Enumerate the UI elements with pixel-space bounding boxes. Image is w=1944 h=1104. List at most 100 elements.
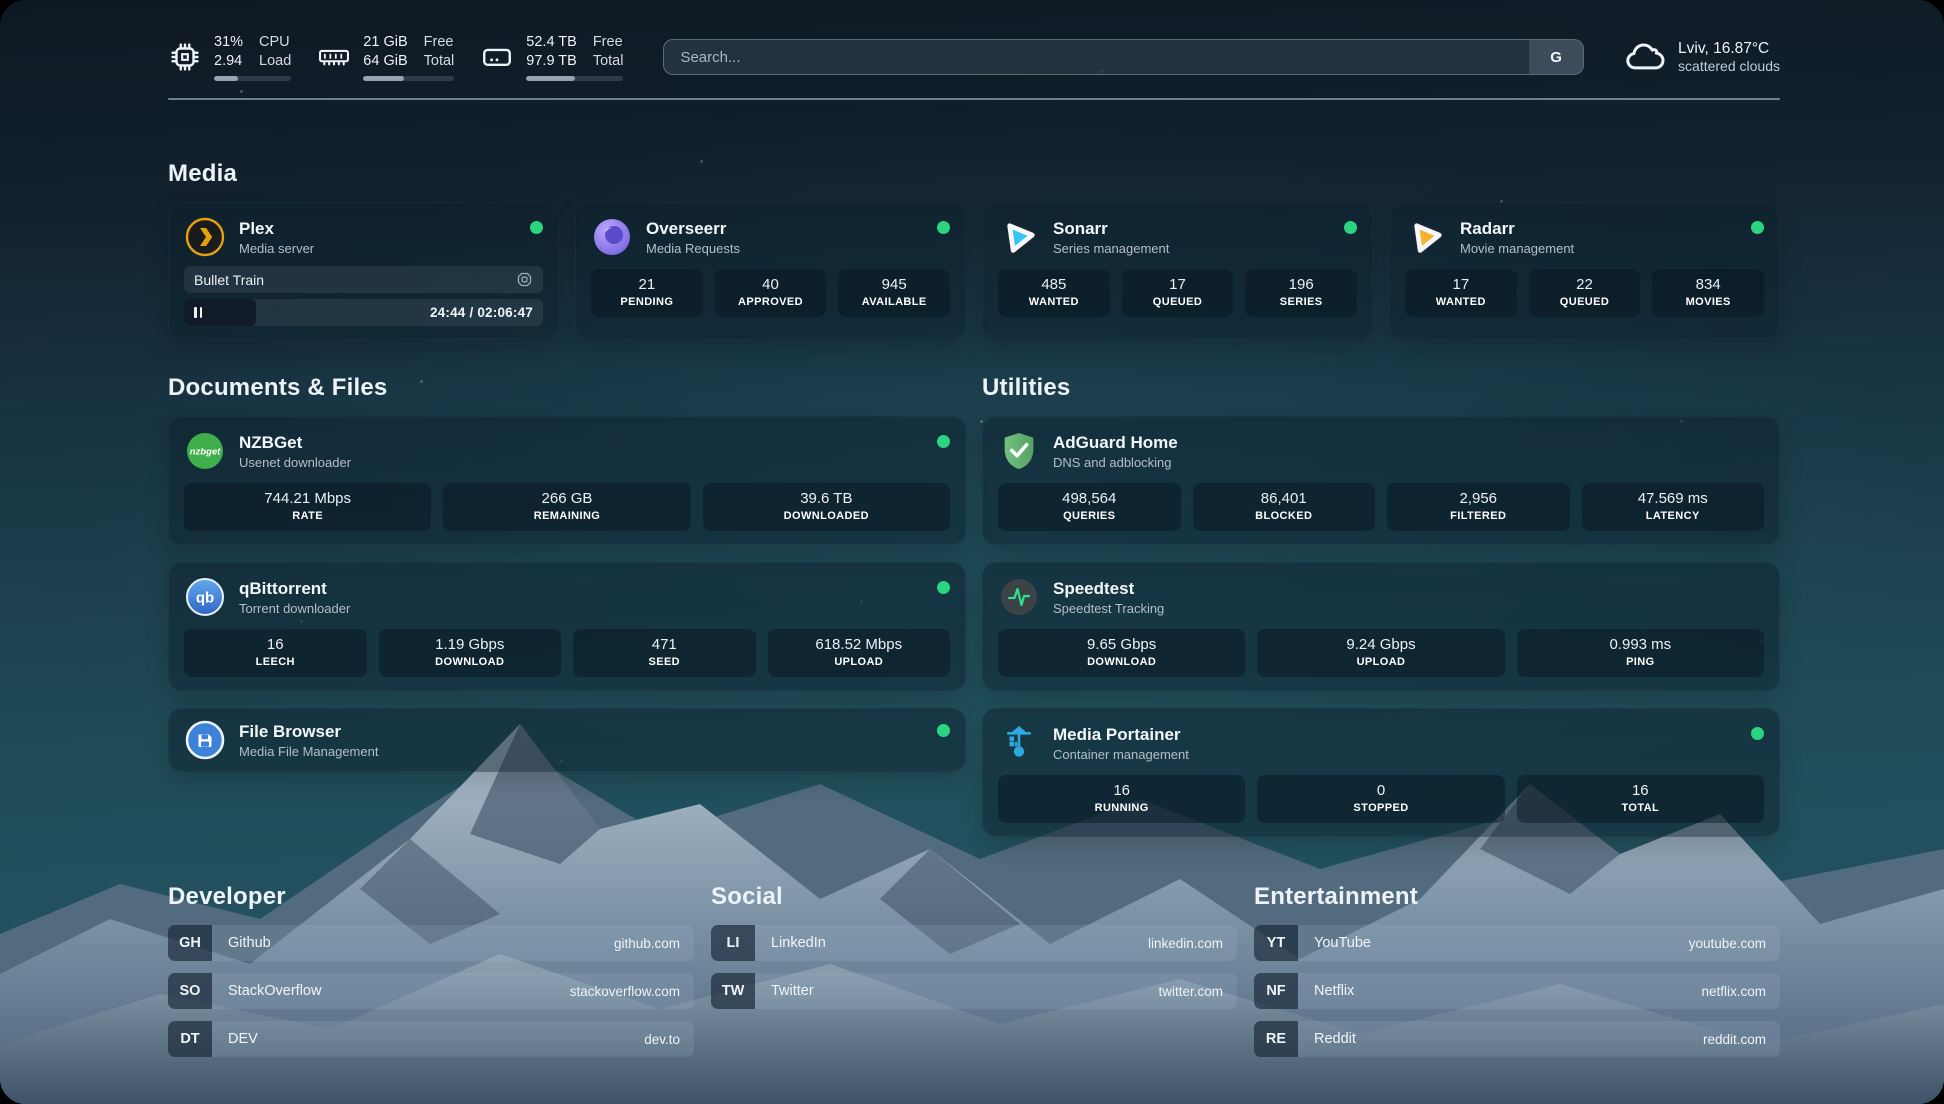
app-subtitle: DNS and adblocking (1053, 454, 1764, 471)
card-qbittorrent[interactable]: qb qBittorrent Torrent downloader 16LEEC… (168, 562, 966, 691)
bookmark-name: Reddit (1298, 1021, 1703, 1057)
stat-total: 16TOTAL (1517, 775, 1764, 823)
bookmark-url: github.com (614, 925, 694, 961)
app-subtitle: Torrent downloader (239, 600, 924, 617)
stat-upload: 9.24 GbpsUPLOAD (1257, 629, 1504, 677)
status-dot (937, 435, 950, 448)
stat-ping: 0.993 msPING (1517, 629, 1764, 677)
bookmark-group-developer: Developer GH Github github.com SO StackO… (168, 883, 694, 1069)
documents-column: Documents & Files nzbget NZBGet Usenet d (168, 374, 966, 772)
weather-location-temp: Lviv, 16.87°C (1678, 40, 1780, 58)
bookmark-name: YouTube (1298, 925, 1689, 961)
app-name: Overseerr (646, 218, 924, 239)
bookmark-youtube[interactable]: YT YouTube youtube.com (1254, 925, 1780, 961)
playback-progress-bar[interactable]: 24:44 / 02:06:47 (184, 299, 543, 326)
bookmark-netflix[interactable]: NF Netflix netflix.com (1254, 973, 1780, 1009)
app-name: File Browser (239, 721, 924, 742)
app-subtitle: Media File Management (239, 743, 924, 760)
card-portainer[interactable]: Media Portainer Container management 16R… (982, 708, 1780, 837)
section-title-developer: Developer (168, 883, 694, 911)
memory-label-2: Total (424, 52, 455, 71)
disk-label-1: Free (593, 33, 624, 52)
app-name: qBittorrent (239, 578, 924, 599)
qbittorrent-icon: qb (184, 576, 226, 618)
dashboard-screen: 31%2.94 CPULoad 21 GiB64 GiB (0, 0, 1944, 1104)
bookmark-url: reddit.com (1703, 1021, 1780, 1057)
stat-pending: 21PENDING (591, 269, 703, 317)
nzbget-icon: nzbget (184, 430, 226, 472)
disk-label-2: Total (593, 52, 624, 71)
disk-total: 97.9 TB (526, 52, 577, 71)
disk-progress-bar (526, 76, 623, 81)
now-playing-title: Bullet Train (194, 272, 516, 288)
section-title-media: Media (168, 160, 1780, 188)
search-input[interactable] (664, 40, 1529, 74)
sonarr-icon (998, 216, 1040, 258)
bookmark-linkedin[interactable]: LI LinkedIn linkedin.com (711, 925, 1237, 961)
stat-rate: 744.21 MbpsRATE (184, 483, 431, 531)
bookmark-url: youtube.com (1689, 925, 1780, 961)
cpu-icon (168, 40, 202, 74)
card-filebrowser[interactable]: File Browser Media File Management (168, 708, 966, 772)
stat-upload: 618.52 MbpsUPLOAD (768, 629, 951, 677)
stat-filtered: 2,956FILTERED (1387, 483, 1570, 531)
speedtest-icon (998, 576, 1040, 618)
stat-wanted: 485WANTED (998, 269, 1110, 317)
bookmark-stackoverflow[interactable]: SO StackOverflow stackoverflow.com (168, 973, 694, 1009)
card-nzbget[interactable]: nzbget NZBGet Usenet downloader 744.21 M… (168, 416, 966, 545)
media-type-icon (516, 271, 533, 288)
bookmark-url: twitter.com (1158, 973, 1237, 1009)
stat-queries: 498,564QUERIES (998, 483, 1181, 531)
stat-leech: 16LEECH (184, 629, 367, 677)
stat-download: 9.65 GbpsDOWNLOAD (998, 629, 1245, 677)
memory-icon (317, 40, 351, 74)
app-subtitle: Movie management (1460, 240, 1738, 257)
header-divider (168, 98, 1780, 100)
memory-progress-bar (363, 76, 454, 81)
section-title-utilities: Utilities (982, 374, 1780, 402)
app-subtitle: Container management (1053, 746, 1738, 763)
card-radarr[interactable]: Radarr Movie management 17WANTED 22QUEUE… (1389, 202, 1780, 340)
memory-free: 21 GiB (363, 33, 407, 52)
search-engine-button[interactable]: G (1529, 40, 1583, 74)
plex-icon (184, 216, 226, 258)
stat-download: 1.19 GbpsDOWNLOAD (379, 629, 562, 677)
app-name: Media Portainer (1053, 724, 1738, 745)
bookmark-github[interactable]: GH Github github.com (168, 925, 694, 961)
bookmark-twitter[interactable]: TW Twitter twitter.com (711, 973, 1237, 1009)
bookmark-url: linkedin.com (1148, 925, 1237, 961)
bookmark-name: Twitter (755, 973, 1158, 1009)
card-adguard[interactable]: AdGuard Home DNS and adblocking 498,564Q… (982, 416, 1780, 545)
filebrowser-icon (184, 719, 226, 761)
card-plex[interactable]: Plex Media server Bullet Train (168, 202, 559, 340)
app-subtitle: Usenet downloader (239, 454, 924, 471)
bookmark-reddit[interactable]: RE Reddit reddit.com (1254, 1021, 1780, 1057)
status-dot (1751, 221, 1764, 234)
status-dot (1751, 727, 1764, 740)
stat-movies: 834MOVIES (1652, 269, 1764, 317)
app-name: Speedtest (1053, 578, 1764, 599)
status-dot (937, 724, 950, 737)
card-sonarr[interactable]: Sonarr Series management 485WANTED 17QUE… (982, 202, 1373, 340)
disk-free: 52.4 TB (526, 33, 577, 52)
bookmark-name: Netflix (1298, 973, 1701, 1009)
cpu-progress-bar (214, 76, 291, 81)
bookmark-url: dev.to (644, 1021, 694, 1057)
app-subtitle: Speedtest Tracking (1053, 600, 1764, 617)
stat-wanted: 17WANTED (1405, 269, 1517, 317)
bookmark-name: Github (212, 925, 614, 961)
stat-remaining: 266 GBREMAINING (443, 483, 690, 531)
now-playing-row: Bullet Train (184, 266, 543, 293)
app-name: NZBGet (239, 432, 924, 453)
card-speedtest[interactable]: Speedtest Speedtest Tracking 9.65 GbpsDO… (982, 562, 1780, 691)
cpu-usage: 31% (214, 33, 243, 52)
overseerr-icon (591, 216, 633, 258)
cpu-stat: 31%2.94 CPULoad (168, 33, 291, 81)
disk-icon (480, 40, 514, 74)
memory-stat: 21 GiB64 GiB FreeTotal (317, 33, 454, 81)
bookmark-dev[interactable]: DT DEV dev.to (168, 1021, 694, 1057)
card-overseerr[interactable]: Overseerr Media Requests 21PENDING 40APP… (575, 202, 966, 340)
status-dot (530, 221, 543, 234)
section-title-documents: Documents & Files (168, 374, 966, 402)
media-card-grid: Plex Media server Bullet Train (168, 202, 1780, 340)
